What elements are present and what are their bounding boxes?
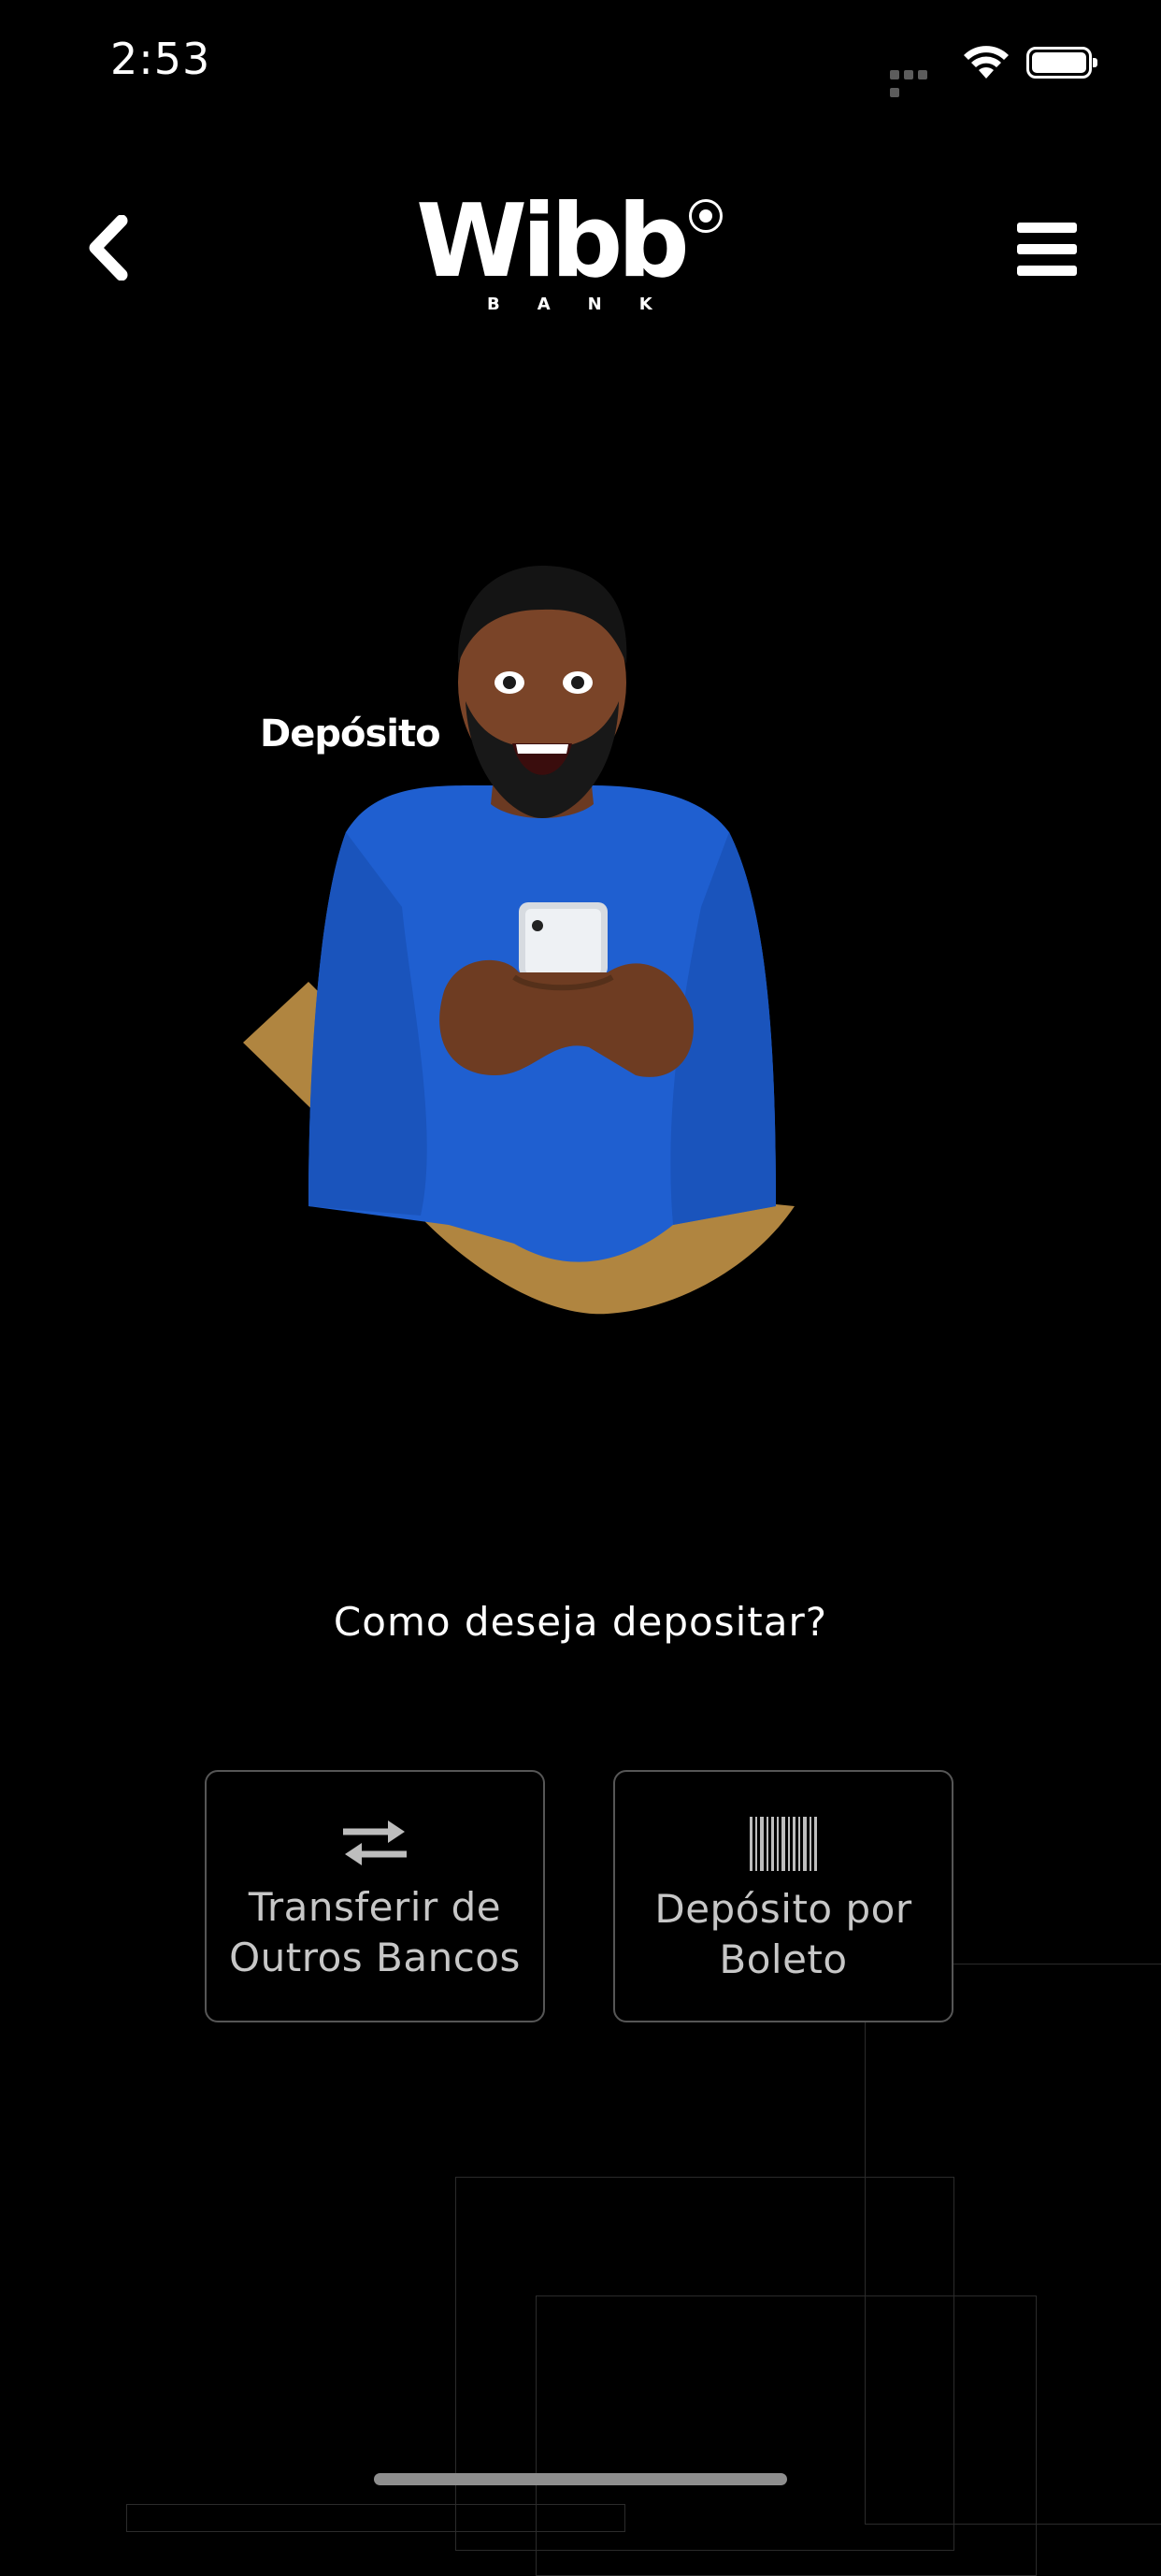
deposit-question: Como deseja depositar? <box>333 1599 828 1645</box>
battery-icon <box>1026 47 1097 79</box>
globe-icon <box>689 199 723 233</box>
option-label-line: Boleto <box>719 1936 848 1982</box>
transfer-other-banks-button[interactable]: Transferir de Outros Bancos <box>205 1770 545 2022</box>
barcode-icon <box>750 1817 817 1871</box>
background-line-decoration <box>126 2504 625 2532</box>
logo-wordmark: Wibb <box>416 183 690 300</box>
transfer-arrows-icon <box>343 1820 407 1865</box>
option-label-line: Depósito por <box>654 1886 912 1932</box>
status-time: 2:53 <box>110 34 211 84</box>
cellular-signal-icon <box>890 65 944 97</box>
chevron-left-icon <box>89 215 128 281</box>
hamburger-menu-button[interactable] <box>1010 217 1090 282</box>
boleto-deposit-button[interactable]: Depósito por Boleto <box>613 1770 953 2022</box>
hero-illustration <box>234 552 879 1328</box>
option-label-line: Transferir de <box>248 1884 502 1930</box>
background-line-decoration <box>536 2295 1037 2576</box>
logo-subtitle: BANK <box>487 295 690 314</box>
back-button[interactable] <box>75 210 140 285</box>
option-label-line: Outros Bancos <box>229 1935 521 1980</box>
option-label: Depósito por Boleto <box>654 1884 911 1985</box>
option-label: Transferir de Outros Bancos <box>229 1882 521 1983</box>
wifi-icon <box>963 43 1010 84</box>
wibb-bank-logo: Wibb BANK <box>416 192 729 318</box>
hero-title: Depósito <box>260 712 441 756</box>
home-indicator[interactable] <box>374 2473 787 2485</box>
